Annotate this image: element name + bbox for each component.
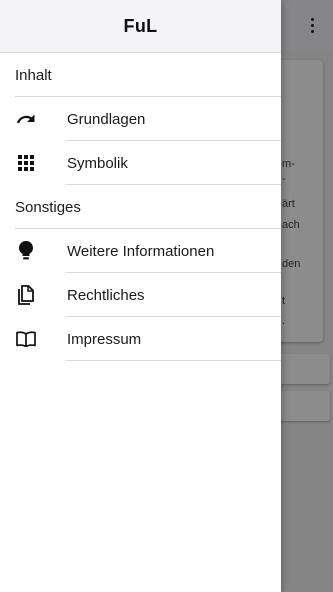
drawer-item-label: Rechtliches: [67, 286, 145, 304]
book-open-icon: [16, 329, 36, 349]
grid-dots-icon: [16, 153, 36, 173]
drawer-item-label: Weitere Informationen: [67, 242, 215, 260]
drawer-title: FuL: [123, 15, 158, 36]
section-header-label: Inhalt: [15, 66, 52, 84]
section-header-inhalt: Inhalt: [0, 53, 281, 97]
drawer-item-rechtliches[interactable]: Rechtliches: [0, 273, 281, 317]
drawer-item-weitere-informationen[interactable]: Weitere Informationen: [0, 229, 281, 273]
redo-arrow-icon: [16, 109, 36, 129]
drawer-header: FuL: [0, 0, 281, 53]
section-header-sonstiges: Sonstiges: [0, 185, 281, 229]
drawer-item-symbolik[interactable]: Symbolik: [0, 141, 281, 185]
documents-icon: [16, 285, 36, 305]
lightbulb-icon: [16, 241, 36, 261]
drawer-item-label: Impressum: [67, 330, 142, 348]
navigation-drawer: FuL Inhalt Grundlagen Symbolik Sonstiges: [0, 0, 281, 592]
divider: [66, 360, 281, 361]
drawer-item-impressum[interactable]: Impressum: [0, 317, 281, 361]
drawer-item-label: Grundlagen: [67, 110, 146, 128]
drawer-item-label: Symbolik: [67, 154, 128, 172]
drawer-item-grundlagen[interactable]: Grundlagen: [0, 97, 281, 141]
section-header-label: Sonstiges: [15, 198, 81, 216]
